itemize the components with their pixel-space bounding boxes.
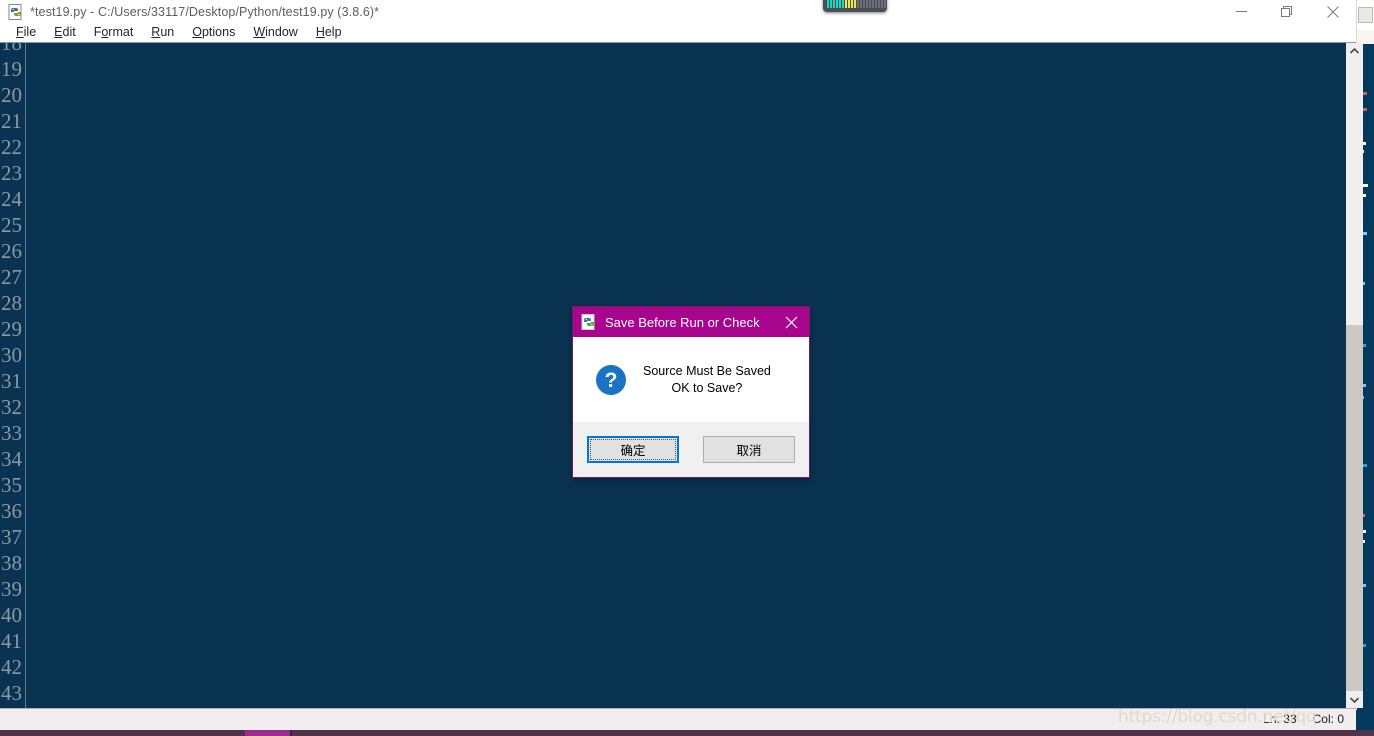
line-number: 36	[1, 499, 22, 523]
meter-segment	[869, 0, 871, 8]
dialog-message-line2: OK to Save?	[671, 380, 743, 395]
background-window-menubar	[1356, 30, 1374, 44]
background-window-titlebar	[1356, 0, 1374, 30]
taskbar-segment	[0, 730, 245, 736]
line-number: 19	[1, 57, 22, 81]
line-number: 22	[1, 135, 22, 159]
meter-segment	[860, 0, 862, 8]
menu-item-window[interactable]: Window	[244, 23, 306, 42]
line-number: 27	[1, 265, 22, 289]
meter-segment	[851, 0, 853, 8]
minimize-button[interactable]	[1218, 0, 1264, 23]
line-number: 29	[1, 317, 22, 341]
dialog-titlebar[interactable]: Save Before Run or Check	[573, 307, 809, 337]
question-icon: ?	[595, 364, 627, 396]
cancel-button[interactable]: 取消	[703, 436, 795, 463]
line-number: 37	[1, 525, 22, 549]
meter-segment	[842, 0, 844, 8]
meter-bars	[827, 0, 886, 8]
menu-item-edit[interactable]: Edit	[45, 23, 85, 42]
line-number: 33	[1, 421, 22, 445]
python-idle-icon	[8, 4, 24, 20]
save-before-run-dialog: Save Before Run or Check ? Source Must B…	[572, 306, 810, 478]
cpu-meter-overlay[interactable]	[823, 0, 887, 12]
line-number-gutter: 18 19 20 21 22 23 24 25 26 27 28 29 30 31 32 33 34 35 36 37…	[0, 43, 26, 708]
meter-segment	[836, 0, 838, 8]
meter-segment	[827, 0, 829, 8]
line-number: 35	[1, 473, 22, 497]
menu-item-options[interactable]: Options	[183, 23, 244, 42]
line-number: 38	[1, 551, 22, 575]
svg-text:?: ?	[605, 369, 618, 392]
taskbar[interactable]	[0, 730, 1374, 736]
meter-segment	[875, 0, 877, 8]
scrollbar-track-lower[interactable]	[1346, 325, 1363, 691]
close-button[interactable]	[1310, 0, 1356, 23]
taskbar-active-item[interactable]	[245, 730, 290, 736]
menu-item-file[interactable]: File	[7, 23, 45, 42]
menu-item-help[interactable]: Help	[307, 23, 351, 42]
scroll-up-arrow[interactable]	[1346, 43, 1363, 60]
line-number: 26	[1, 239, 22, 263]
menu-item-format[interactable]: Format	[85, 23, 143, 42]
window-title: *test19.py - C:/Users/33117/Desktop/Pyth…	[30, 5, 380, 19]
line-number: 40	[1, 603, 22, 627]
titlebar[interactable]: *test19.py - C:/Users/33117/Desktop/Pyth…	[0, 0, 1356, 23]
meter-segment	[848, 0, 850, 8]
status-column-number: Col: 0	[1312, 712, 1344, 726]
meter-segment	[839, 0, 841, 8]
dialog-button-row: 确定 取消	[573, 422, 809, 477]
meter-segment	[857, 0, 859, 8]
taskbar-segment	[292, 730, 1374, 736]
meter-segment	[863, 0, 865, 8]
meter-segment	[845, 0, 847, 8]
line-number: 32	[1, 395, 22, 419]
meter-segment	[881, 0, 883, 8]
line-number: 34	[1, 447, 22, 471]
background-window-icon	[1358, 7, 1373, 23]
meter-segment	[866, 0, 868, 8]
line-number: 28	[1, 291, 22, 315]
menubar: File Edit Format Run Options Window Help	[0, 23, 1356, 42]
line-number: 42	[1, 655, 22, 679]
line-number: 21	[1, 109, 22, 133]
meter-segment	[878, 0, 880, 8]
line-number: 20	[1, 83, 22, 107]
meter-segment	[884, 0, 886, 8]
window-controls	[1218, 0, 1356, 23]
line-number: 30	[1, 343, 22, 367]
line-number: 39	[1, 577, 22, 601]
csdn-watermark: https://blog.csdn.net/qq	[1118, 707, 1317, 727]
dialog-title: Save Before Run or Check	[605, 314, 760, 330]
meter-segment	[830, 0, 832, 8]
dialog-message-line1: Source Must Be Saved	[643, 363, 771, 378]
menu-item-run[interactable]: Run	[142, 23, 183, 42]
meter-segment	[833, 0, 835, 8]
line-number: 43	[1, 681, 22, 705]
scrollbar-thumb[interactable]	[1346, 60, 1363, 325]
line-number: 24	[1, 187, 22, 211]
dialog-body: ? Source Must Be Saved OK to Save?	[573, 337, 809, 422]
dialog-message: Source Must Be Saved OK to Save?	[643, 363, 771, 397]
scroll-down-arrow[interactable]	[1346, 691, 1363, 708]
vertical-scrollbar[interactable]	[1345, 43, 1363, 708]
python-idle-icon	[581, 314, 597, 330]
restore-button[interactable]	[1264, 0, 1310, 23]
meter-segment	[872, 0, 874, 8]
line-number: 23	[1, 161, 22, 185]
line-number: 41	[1, 629, 22, 653]
line-number: 25	[1, 213, 22, 237]
line-number: 31	[1, 369, 22, 393]
meter-segment	[854, 0, 856, 8]
dialog-close-icon[interactable]	[773, 307, 809, 337]
line-number: 18	[1, 43, 22, 55]
ok-button[interactable]: 确定	[587, 436, 679, 463]
